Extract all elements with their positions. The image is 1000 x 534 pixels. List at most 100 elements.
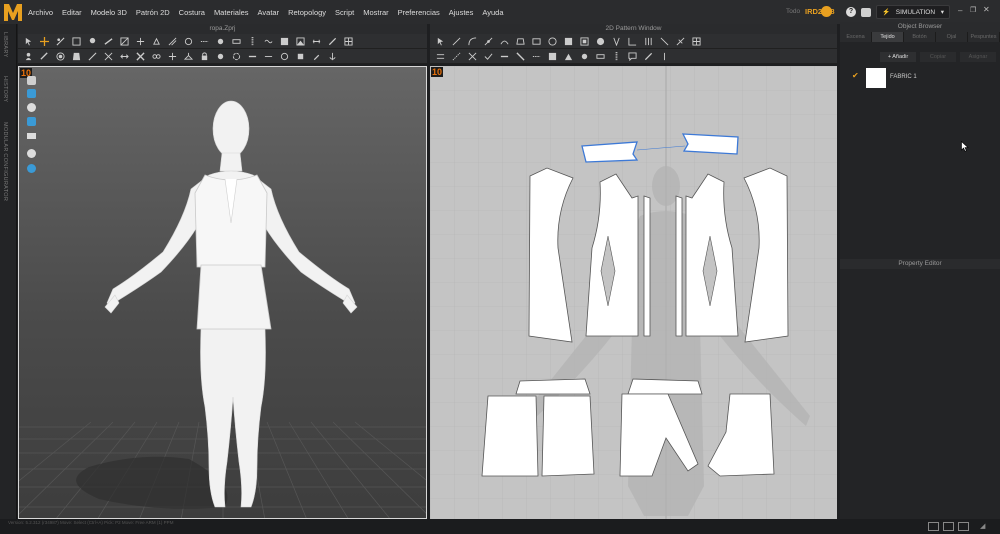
view-mode-icon[interactable] bbox=[27, 76, 36, 85]
add-point-icon[interactable] bbox=[484, 37, 493, 46]
dart-icon[interactable] bbox=[612, 37, 621, 46]
edit-sewing-icon[interactable] bbox=[500, 52, 509, 61]
link-icon[interactable] bbox=[152, 52, 161, 61]
gizmo-icon[interactable] bbox=[168, 52, 177, 61]
brush-icon[interactable] bbox=[312, 52, 321, 61]
arrangement-point-icon[interactable] bbox=[56, 51, 65, 61]
tab-ojal[interactable]: Ojal bbox=[936, 32, 968, 42]
layout-single-icon[interactable] bbox=[928, 522, 939, 531]
zipper-icon[interactable] bbox=[248, 36, 257, 46]
curve-point-icon[interactable] bbox=[500, 37, 509, 46]
menu-editar[interactable]: Editar bbox=[62, 8, 82, 17]
menu-preferencias[interactable]: Preferencias bbox=[398, 8, 440, 17]
menu-materiales[interactable]: Materiales bbox=[214, 8, 249, 17]
shrink-icon[interactable] bbox=[104, 52, 113, 61]
layout-split-icon[interactable] bbox=[943, 522, 954, 531]
assign-fabric-button[interactable]: Asignar bbox=[960, 52, 996, 62]
simulation-button[interactable]: ⚡ SIMULATION ▾ bbox=[876, 5, 950, 19]
viewport-3d[interactable]: 10 bbox=[18, 66, 427, 519]
pattern-texture-icon[interactable] bbox=[548, 52, 557, 61]
pin-icon[interactable] bbox=[88, 37, 97, 46]
ruler-2d-icon[interactable] bbox=[644, 52, 653, 61]
resize-grip-icon[interactable]: ◢ bbox=[980, 522, 985, 530]
minimize-icon[interactable]: – bbox=[958, 6, 962, 15]
sync-icon[interactable] bbox=[232, 52, 241, 61]
circle-tool-icon[interactable] bbox=[280, 52, 289, 61]
tack-icon[interactable] bbox=[104, 37, 113, 46]
fabric-list-item[interactable]: ✔ FABRIC 1 bbox=[840, 66, 1000, 90]
waistband-right[interactable] bbox=[627, 378, 703, 395]
history-tab[interactable]: HISTORY bbox=[2, 76, 8, 102]
help-icon[interactable]: ? bbox=[846, 7, 856, 17]
placket-left[interactable] bbox=[643, 195, 651, 337]
notch-icon[interactable] bbox=[660, 52, 669, 61]
close-icon[interactable]: ✕ bbox=[983, 5, 990, 14]
menu-ajustes[interactable]: Ajustes bbox=[449, 8, 474, 17]
stress-map-icon[interactable] bbox=[27, 133, 36, 139]
snap-icon[interactable] bbox=[216, 52, 225, 61]
circle-icon[interactable] bbox=[548, 36, 557, 46]
add-fabric-button[interactable]: + Añadir bbox=[880, 52, 916, 62]
copy-fabric-button[interactable]: Copiar bbox=[920, 52, 956, 62]
menu-costura[interactable]: Costura bbox=[179, 8, 205, 17]
rectangle-icon[interactable] bbox=[532, 37, 541, 46]
topstitch-2d-icon[interactable] bbox=[532, 52, 541, 61]
tape-icon[interactable] bbox=[88, 52, 97, 61]
edit-curvature-icon[interactable] bbox=[468, 36, 477, 46]
skirt-front-left[interactable] bbox=[541, 395, 595, 477]
edit-point-icon[interactable] bbox=[452, 37, 461, 46]
viewport-2d[interactable]: 10 bbox=[430, 66, 837, 519]
tab-boton[interactable]: Botón bbox=[904, 32, 936, 42]
box-select-icon[interactable] bbox=[72, 36, 81, 46]
skirt-back-left[interactable] bbox=[481, 395, 539, 477]
layout-3d-icon[interactable] bbox=[958, 522, 969, 531]
check-sewing-icon[interactable] bbox=[484, 52, 493, 61]
hanger-icon[interactable] bbox=[184, 52, 193, 61]
button-tool-icon[interactable] bbox=[216, 37, 225, 46]
texture-view-icon[interactable] bbox=[27, 89, 36, 98]
avatar-view-icon[interactable] bbox=[27, 103, 36, 112]
transform-icon[interactable] bbox=[40, 36, 49, 46]
tack-2d-icon[interactable] bbox=[516, 51, 525, 61]
stretch-icon[interactable] bbox=[120, 52, 129, 61]
menu-ayuda[interactable]: Ayuda bbox=[482, 8, 503, 17]
measure-icon[interactable] bbox=[312, 37, 321, 46]
fitting-suit-icon[interactable] bbox=[72, 52, 81, 61]
menu-patron-2d[interactable]: Patrón 2D bbox=[136, 8, 170, 17]
stitch-cross-icon[interactable] bbox=[136, 51, 145, 61]
menu-script[interactable]: Script bbox=[335, 8, 354, 17]
thin-line-icon[interactable] bbox=[264, 52, 273, 61]
free-sewing-icon[interactable] bbox=[452, 52, 461, 61]
segment-sewing-icon[interactable] bbox=[436, 52, 445, 61]
graphic-2d-icon[interactable] bbox=[564, 52, 573, 61]
buttonhole-2d-icon[interactable] bbox=[596, 52, 605, 61]
buttonhole-icon[interactable] bbox=[232, 37, 241, 46]
annotation-icon[interactable] bbox=[628, 51, 637, 61]
tab-pespuntes[interactable]: Pespuntes bbox=[968, 32, 1000, 42]
fold-icon[interactable] bbox=[120, 36, 129, 46]
puckering-icon[interactable] bbox=[264, 37, 273, 46]
line-tool-icon[interactable] bbox=[248, 52, 257, 61]
offset-icon[interactable] bbox=[660, 37, 669, 46]
lock-icon[interactable] bbox=[200, 51, 209, 61]
tab-escena[interactable]: Escena bbox=[840, 32, 872, 42]
ruler-icon[interactable] bbox=[328, 37, 337, 46]
seam-icon[interactable] bbox=[168, 37, 177, 46]
placket-right[interactable] bbox=[675, 195, 683, 337]
tab-tejido[interactable]: Tejido bbox=[872, 32, 904, 42]
menu-archivo[interactable]: Archivo bbox=[28, 8, 53, 17]
library-tab[interactable]: LIBRARY bbox=[2, 32, 8, 58]
multi-sewing-icon[interactable] bbox=[468, 52, 477, 61]
app-logo-icon[interactable] bbox=[2, 1, 24, 23]
steam-icon[interactable] bbox=[152, 37, 161, 46]
avatar-measure-icon[interactable] bbox=[24, 52, 33, 61]
grid-icon[interactable] bbox=[344, 36, 353, 46]
cut-icon[interactable] bbox=[676, 37, 685, 46]
fabric-view-icon[interactable] bbox=[27, 117, 36, 126]
select-move-icon[interactable] bbox=[24, 37, 33, 46]
fold-arrange-icon[interactable] bbox=[136, 37, 145, 46]
avatar-display-icon[interactable] bbox=[27, 149, 36, 158]
gear-icon[interactable] bbox=[821, 6, 832, 17]
texture-icon[interactable] bbox=[296, 36, 305, 46]
internal-polygon-icon[interactable] bbox=[564, 37, 573, 46]
